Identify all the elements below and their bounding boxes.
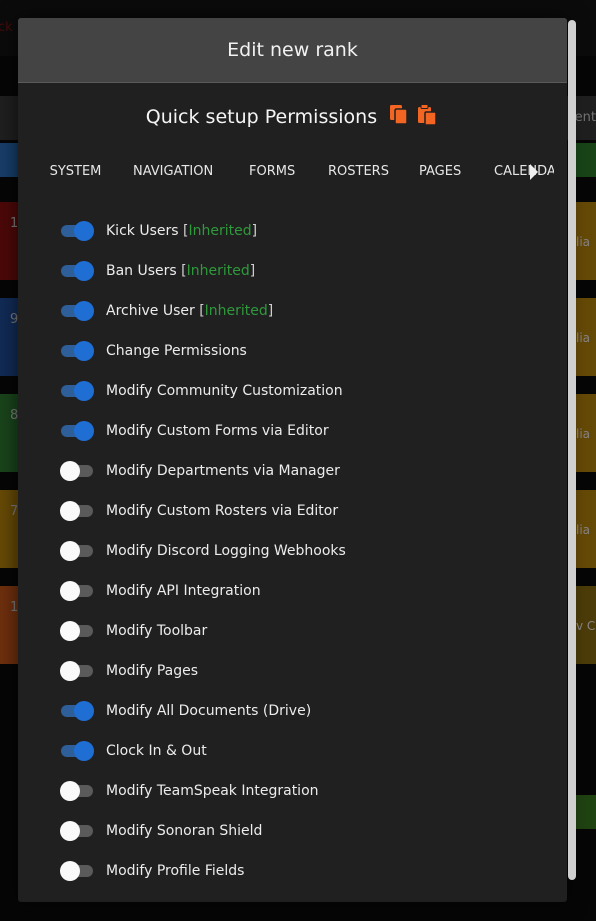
permission-row: Modify Discord Logging Webhooks bbox=[60, 531, 540, 571]
permission-row: Modify Profile Fields bbox=[60, 851, 540, 891]
permission-label-text: Modify Custom Rosters via Editor bbox=[106, 503, 339, 519]
permission-row: Modify TeamSpeak Integration bbox=[60, 771, 540, 811]
permission-label: Modify Pages bbox=[106, 663, 198, 679]
permission-label: Archive User [Inherited] bbox=[106, 303, 274, 319]
permission-row: Modify Custom Rosters via Editor bbox=[60, 491, 540, 531]
permission-label-text: Modify All Documents (Drive) bbox=[106, 703, 312, 719]
scrollbar[interactable] bbox=[568, 20, 576, 880]
permission-toggle[interactable] bbox=[60, 381, 94, 401]
permission-toggle[interactable] bbox=[60, 821, 94, 841]
permission-label-text: Modify Profile Fields bbox=[106, 863, 245, 879]
permission-label: Modify Departments via Manager bbox=[106, 463, 340, 479]
permission-toggle[interactable] bbox=[60, 421, 94, 441]
permission-label-text: Modify Sonoran Shield bbox=[106, 823, 263, 839]
modal-title: Edit new rank bbox=[227, 39, 358, 61]
permission-toggle[interactable] bbox=[60, 501, 94, 521]
permission-toggle[interactable] bbox=[60, 541, 94, 561]
permission-label-text: Modify Pages bbox=[106, 663, 199, 679]
permission-row: Kick Users [Inherited] bbox=[60, 211, 540, 251]
permission-toggle[interactable] bbox=[60, 301, 94, 321]
copy-icon[interactable] bbox=[389, 104, 409, 126]
permission-label: Modify Sonoran Shield bbox=[106, 823, 262, 839]
permission-label: Modify TeamSpeak Integration bbox=[106, 783, 319, 799]
inherited-badge: Inherited bbox=[186, 263, 250, 279]
edit-rank-modal: Edit new rank Quick setup Permissions SY… bbox=[18, 18, 567, 902]
permission-row: Clock In & Out bbox=[60, 731, 540, 771]
permission-label-text: Clock In & Out bbox=[106, 743, 207, 759]
quick-setup-heading: Quick setup Permissions bbox=[18, 104, 567, 131]
permission-row: Modify Toolbar bbox=[60, 611, 540, 651]
permission-row: Archive User [Inherited] bbox=[60, 291, 540, 331]
permission-label-text: Kick Users bbox=[106, 223, 179, 239]
tab-navigation[interactable]: NAVIGATION bbox=[133, 150, 213, 194]
permission-toggle[interactable] bbox=[60, 261, 94, 281]
permission-label: Clock In & Out bbox=[106, 743, 207, 759]
permission-row: Ban Users [Inherited] bbox=[60, 251, 540, 291]
permission-toggle[interactable] bbox=[60, 621, 94, 641]
permission-toggle[interactable] bbox=[60, 341, 94, 361]
permission-label-text: Modify Custom Forms via Editor bbox=[106, 423, 329, 439]
tab-forms[interactable]: FORMS bbox=[249, 150, 295, 194]
permission-toggle[interactable] bbox=[60, 861, 94, 881]
tab-rosters[interactable]: ROSTERS bbox=[328, 150, 389, 194]
tab-calendar[interactable]: CALENDA bbox=[494, 150, 554, 194]
permission-toggle[interactable] bbox=[60, 701, 94, 721]
permission-label: Modify Community Customization bbox=[106, 383, 343, 399]
permission-label-text: Modify Toolbar bbox=[106, 623, 208, 639]
permission-label: Change Permissions bbox=[106, 343, 247, 359]
tab-pages[interactable]: PAGES bbox=[419, 150, 461, 194]
permission-label: Modify Custom Forms via Editor bbox=[106, 423, 329, 439]
permission-row: Modify Custom Forms via Editor bbox=[60, 411, 540, 451]
permission-toggle[interactable] bbox=[60, 581, 94, 601]
permission-label-text: Archive User bbox=[106, 303, 195, 319]
permission-toggle[interactable] bbox=[60, 221, 94, 241]
permission-label-text: Modify Discord Logging Webhooks bbox=[106, 543, 346, 559]
permission-label: Kick Users [Inherited] bbox=[106, 223, 258, 239]
tabs-scroll-right-icon[interactable] bbox=[527, 161, 541, 183]
permission-toggle[interactable] bbox=[60, 781, 94, 801]
permission-label: Modify Custom Rosters via Editor bbox=[106, 503, 338, 519]
permission-row: Modify Pages bbox=[60, 651, 540, 691]
permission-label: Modify Profile Fields bbox=[106, 863, 244, 879]
permission-label: Modify API Integration bbox=[106, 583, 261, 599]
permission-label-text: Modify Community Customization bbox=[106, 383, 343, 399]
permission-label-text: Modify Departments via Manager bbox=[106, 463, 340, 479]
inherited-badge: Inherited bbox=[188, 223, 252, 239]
permission-toggle[interactable] bbox=[60, 661, 94, 681]
permission-label-text: Modify TeamSpeak Integration bbox=[106, 783, 319, 799]
permission-label: Modify Toolbar bbox=[106, 623, 207, 639]
modal-header: Edit new rank bbox=[18, 18, 567, 83]
permission-label-text: Modify API Integration bbox=[106, 583, 261, 599]
permission-label-text: Ban Users bbox=[106, 263, 177, 279]
inherited-badge: Inherited bbox=[204, 303, 268, 319]
permission-label-text: Change Permissions bbox=[106, 343, 247, 359]
tab-system[interactable]: SYSTEM bbox=[34, 150, 117, 194]
permission-row: Change Permissions bbox=[60, 331, 540, 371]
permission-toggle[interactable] bbox=[60, 741, 94, 761]
permission-row: Modify Sonoran Shield bbox=[60, 811, 540, 851]
permission-row: Modify API Integration bbox=[60, 571, 540, 611]
permission-toggle[interactable] bbox=[60, 461, 94, 481]
permission-row: Modify All Documents (Drive) bbox=[60, 691, 540, 731]
quick-setup-label: Quick setup Permissions bbox=[145, 106, 378, 128]
permission-label: Modify Discord Logging Webhooks bbox=[106, 543, 346, 559]
permission-label: Modify All Documents (Drive) bbox=[106, 703, 311, 719]
permission-row: Modify Departments via Manager bbox=[60, 451, 540, 491]
permission-row: Modify Community Customization bbox=[60, 371, 540, 411]
permission-label: Ban Users [Inherited] bbox=[106, 263, 256, 279]
permission-tabs: SYSTEM NAVIGATION FORMS ROSTERS PAGES CA… bbox=[34, 150, 554, 194]
paste-icon[interactable] bbox=[417, 104, 437, 126]
